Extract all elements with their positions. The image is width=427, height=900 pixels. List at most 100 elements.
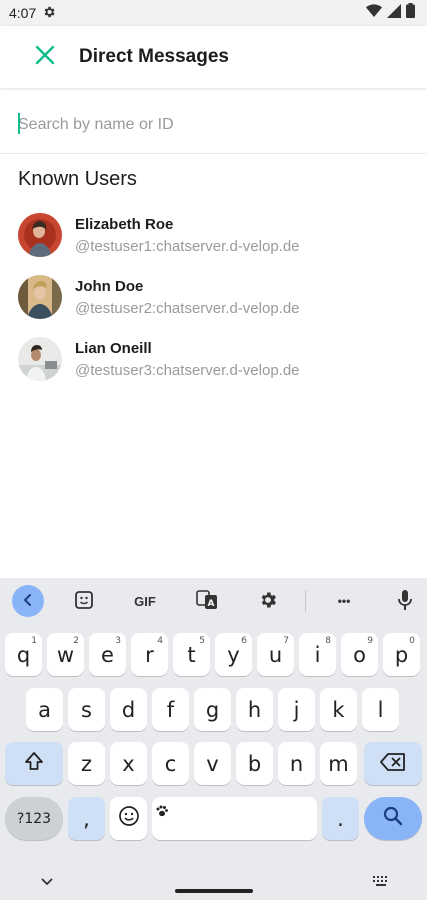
- key-label: o: [353, 642, 366, 667]
- key-label: e: [101, 642, 114, 667]
- home-indicator[interactable]: [175, 889, 253, 893]
- shift-key[interactable]: [5, 742, 63, 785]
- shift-icon: [23, 750, 45, 777]
- user-row-elizabeth-roe[interactable]: Elizabeth Roe @testuser1:chatserver.d-ve…: [0, 204, 427, 266]
- key-k[interactable]: k: [320, 688, 357, 731]
- key-n[interactable]: n: [278, 742, 315, 785]
- key-hint: 5: [199, 636, 205, 646]
- key-x[interactable]: x: [110, 742, 147, 785]
- more-button[interactable]: •••: [328, 585, 360, 617]
- key-y[interactable]: y6: [215, 633, 252, 676]
- key-m[interactable]: m: [320, 742, 357, 785]
- close-button[interactable]: [26, 38, 64, 76]
- key-g[interactable]: g: [194, 688, 231, 731]
- key-t[interactable]: t5: [173, 633, 210, 676]
- key-hint: 6: [241, 636, 247, 646]
- key-hint: 1: [31, 636, 37, 646]
- key-hint: 9: [367, 636, 373, 646]
- key-b[interactable]: b: [236, 742, 273, 785]
- key-label: i: [314, 642, 321, 667]
- user-id: @testuser3:chatserver.d-velop.de: [75, 361, 300, 379]
- signal-icon: [387, 3, 401, 23]
- key-label: t: [187, 642, 196, 667]
- search-key[interactable]: [364, 797, 422, 840]
- page-title: Direct Messages: [79, 46, 229, 67]
- gear-icon: [258, 590, 278, 613]
- key-hint: 4: [157, 636, 163, 646]
- symbols-key[interactable]: ?123: [5, 797, 63, 840]
- user-name: John Doe: [75, 277, 144, 295]
- paw-icon: [155, 798, 169, 822]
- wifi-icon: [366, 3, 382, 23]
- avatar: [18, 213, 62, 257]
- key-h[interactable]: h: [236, 688, 273, 731]
- status-bar: 4:07: [0, 0, 427, 26]
- keyboard-back-button[interactable]: [12, 585, 44, 617]
- app-bar: Direct Messages: [0, 26, 427, 88]
- gif-button[interactable]: GIF: [128, 585, 162, 617]
- key-label: u: [268, 642, 283, 667]
- key-hint: 3: [115, 636, 121, 646]
- backspace-key[interactable]: [364, 742, 422, 785]
- key-u[interactable]: u7: [257, 633, 294, 676]
- key-hint: 0: [409, 636, 415, 646]
- user-name: Lian Oneill: [75, 339, 152, 357]
- translate-icon: A: [196, 589, 218, 613]
- period-key[interactable]: .: [322, 797, 359, 840]
- user-row-lian-oneill[interactable]: Lian Oneill @testuser3:chatserver.d-velo…: [0, 328, 427, 390]
- avatar: [18, 337, 62, 381]
- user-text: Elizabeth Roe @testuser1:chatserver.d-ve…: [75, 216, 300, 255]
- search-icon: [383, 806, 403, 831]
- key-f[interactable]: f: [152, 688, 189, 731]
- microphone-icon: [397, 589, 413, 614]
- status-left: 4:07: [9, 5, 56, 22]
- key-r[interactable]: r4: [131, 633, 168, 676]
- key-s[interactable]: s: [68, 688, 105, 731]
- key-hint: 7: [283, 636, 289, 646]
- voice-input-button[interactable]: [389, 585, 421, 617]
- emoji-icon: [118, 805, 140, 832]
- battery-icon: [406, 3, 415, 23]
- user-text: John Doe @testuser2:chatserver.d-velop.d…: [75, 278, 300, 317]
- key-l[interactable]: l: [362, 688, 399, 731]
- key-e[interactable]: e3: [89, 633, 126, 676]
- search-bar: [0, 96, 427, 154]
- key-label: p: [394, 642, 409, 667]
- text-cursor: [18, 113, 20, 134]
- key-v[interactable]: v: [194, 742, 231, 785]
- user-name: Elizabeth Roe: [75, 215, 174, 233]
- key-w[interactable]: w2: [47, 633, 84, 676]
- space-key[interactable]: [152, 797, 317, 840]
- navigation-bar: [0, 868, 427, 900]
- key-i[interactable]: i8: [299, 633, 336, 676]
- keyboard-icon[interactable]: [372, 874, 390, 892]
- keyboard-settings-button[interactable]: [252, 585, 284, 617]
- comma-key[interactable]: ,: [68, 797, 105, 840]
- settings-gear-icon: [42, 5, 56, 22]
- key-p[interactable]: p0: [383, 633, 420, 676]
- key-o[interactable]: o9: [341, 633, 378, 676]
- key-hint: 8: [325, 636, 331, 646]
- search-input[interactable]: [18, 110, 408, 140]
- status-time: 4:07: [9, 5, 37, 21]
- key-d[interactable]: d: [110, 688, 147, 731]
- user-row-john-doe[interactable]: John Doe @testuser2:chatserver.d-velop.d…: [0, 266, 427, 328]
- soft-keyboard: GIF A ••• q1 w2 e3 r4 t5 y6 u7 i8 o9 p0 …: [0, 578, 427, 900]
- close-icon: [35, 45, 55, 70]
- user-id: @testuser2:chatserver.d-velop.de: [75, 299, 300, 317]
- sticker-button[interactable]: [68, 585, 100, 617]
- key-j[interactable]: j: [278, 688, 315, 731]
- key-a[interactable]: a: [26, 688, 63, 731]
- backspace-icon: [380, 752, 406, 776]
- status-right: [366, 3, 415, 23]
- sticker-icon: [74, 590, 94, 613]
- key-label: w: [56, 642, 75, 667]
- key-c[interactable]: c: [152, 742, 189, 785]
- key-z[interactable]: z: [68, 742, 105, 785]
- user-id: @testuser1:chatserver.d-velop.de: [75, 237, 300, 255]
- user-text: Lian Oneill @testuser3:chatserver.d-velo…: [75, 340, 300, 379]
- translate-button[interactable]: A: [191, 585, 223, 617]
- chevron-down-icon[interactable]: [40, 874, 54, 892]
- emoji-key[interactable]: [110, 797, 147, 840]
- key-q[interactable]: q1: [5, 633, 42, 676]
